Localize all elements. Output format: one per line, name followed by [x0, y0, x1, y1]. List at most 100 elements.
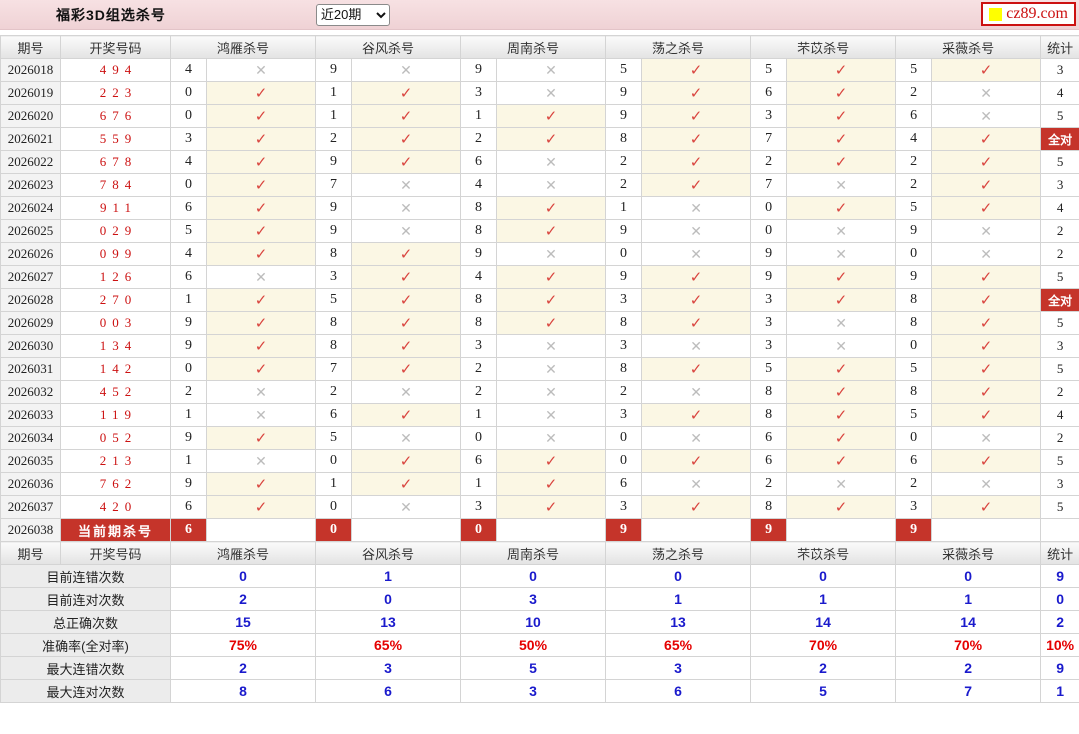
range-select[interactable]: 近20期: [315, 3, 390, 26]
period-cell: 2026024: [0, 196, 61, 220]
mark-cell: ✓: [205, 127, 317, 151]
kill-digit-cell: 0: [895, 334, 933, 358]
kill-digit-cell: 9: [605, 265, 643, 289]
mark-cell: ✓: [641, 311, 752, 335]
summary-value-cell: 15: [169, 610, 317, 634]
summary-value-cell: 6: [605, 679, 752, 703]
kill-digit-cell: 7: [315, 173, 353, 197]
mark-cell: ✓: [641, 403, 752, 427]
table-row: 2026029 003 9 ✓ 8 ✓ 8 ✓ 8 ✓ 3 ✕ 8 ✓ 5: [0, 311, 1079, 335]
mark-cell: ✕: [205, 380, 317, 404]
summary-value-cell: 2: [169, 587, 317, 611]
mark-cell: ✓: [351, 242, 462, 266]
draw-numbers-cell: 213: [60, 449, 171, 473]
summary-value-cell: 65%: [605, 633, 752, 657]
column-header-expert-0: 鸿雁杀号: [169, 541, 317, 565]
summary-value-cell: 13: [315, 610, 462, 634]
mark-cell: ✓: [351, 288, 462, 312]
mark-cell: ✓: [351, 81, 462, 105]
kill-digit-cell: 4: [170, 150, 207, 174]
check-icon: ✓: [399, 269, 413, 286]
period-cell: 2026022: [0, 150, 61, 174]
stat-count-cell: 3: [1040, 334, 1079, 358]
mark-cell: ✓: [351, 403, 462, 427]
kill-digit-cell: 0: [170, 357, 207, 381]
kill-digit-cell: 6: [460, 150, 498, 174]
kill-digit-cell: 2: [895, 472, 933, 496]
summary-value-cell: 3: [460, 587, 607, 611]
mark-cell: ✓: [931, 334, 1042, 358]
kill-digit-cell: 3: [605, 495, 643, 519]
check-icon: ✓: [979, 499, 993, 516]
logo-square-icon: [989, 7, 1003, 21]
kill-digit-cell: 9: [750, 265, 788, 289]
check-icon: ✓: [834, 453, 848, 470]
kill-digit-cell: 7: [315, 357, 353, 381]
kill-digit-cell: 9: [170, 311, 207, 335]
cross-icon: ✕: [835, 245, 847, 262]
summary-value-cell: 0: [169, 564, 317, 588]
mark-cell: ✕: [786, 242, 897, 266]
mark-cell: ✓: [205, 219, 317, 243]
cross-icon: ✕: [400, 199, 412, 216]
kill-digit-cell: 8: [460, 196, 498, 220]
mark-cell: ✓: [205, 150, 317, 174]
draw-numbers-cell: 126: [60, 265, 171, 289]
cross-icon: ✕: [835, 176, 847, 193]
summary-row: 目前连对次数 2 0 3 1 1 1 0: [0, 587, 1079, 611]
check-icon: ✓: [979, 154, 993, 171]
kill-digit-cell: 8: [315, 242, 353, 266]
mark-cell: ✕: [931, 81, 1042, 105]
stat-count-cell: 3: [1040, 472, 1079, 496]
kill-digit-cell: 8: [605, 357, 643, 381]
mark-cell: ✕: [351, 173, 462, 197]
mark-cell: ✕: [496, 173, 607, 197]
mark-cell: ✓: [641, 288, 752, 312]
summary-value-cell: 10: [460, 610, 607, 634]
summary-value-cell: 5: [750, 679, 897, 703]
cross-icon: ✕: [400, 383, 412, 400]
check-icon: ✓: [544, 269, 558, 286]
cross-icon: ✕: [545, 360, 557, 377]
cross-icon: ✕: [545, 61, 557, 78]
summary-value-cell: 65%: [315, 633, 462, 657]
table-row: 2026028 270 1 ✓ 5 ✓ 8 ✓ 3 ✓ 3 ✓ 8 ✓ 全对: [0, 288, 1079, 312]
draw-numbers-cell: 762: [60, 472, 171, 496]
check-icon: ✓: [834, 384, 848, 401]
draw-numbers-cell: 134: [60, 334, 171, 358]
mark-cell: ✓: [205, 357, 317, 381]
kill-digit-cell: 1: [460, 104, 498, 128]
summary-value-cell: 1: [895, 587, 1042, 611]
summary-value-cell: 0: [605, 564, 752, 588]
stat-count-cell: 4: [1040, 196, 1079, 220]
summary-row: 总正确次数 15 13 10 13 14 14 2: [0, 610, 1079, 634]
mark-cell: ✓: [641, 81, 752, 105]
cross-icon: ✕: [400, 429, 412, 446]
cross-icon: ✕: [690, 383, 702, 400]
check-icon: ✓: [979, 361, 993, 378]
check-icon: ✓: [979, 200, 993, 217]
mark-cell: ✕: [641, 334, 752, 358]
check-icon: ✓: [254, 476, 268, 493]
kill-digit-cell: 0: [315, 449, 353, 473]
kill-digit-cell: 0: [170, 173, 207, 197]
mark-cell: ✓: [931, 196, 1042, 220]
table-row: 2026018 494 4 ✕ 9 ✕ 9 ✕ 5 ✓ 5 ✓ 5 ✓ 3: [0, 58, 1079, 82]
kill-digit-cell: 0: [170, 104, 207, 128]
site-logo[interactable]: cz89.com: [981, 2, 1076, 26]
check-icon: ✓: [399, 407, 413, 424]
cross-icon: ✕: [255, 383, 267, 400]
column-header-expert-2: 周南杀号: [460, 541, 607, 565]
kill-digit-cell: 5: [315, 288, 353, 312]
summary-stat-cell: 10%: [1040, 633, 1079, 657]
kill-digit-cell: 4: [460, 265, 498, 289]
mark-cell: ✓: [496, 449, 607, 473]
check-icon: ✓: [254, 292, 268, 309]
check-icon: ✓: [254, 499, 268, 516]
summary-value-cell: 70%: [750, 633, 897, 657]
cross-icon: ✕: [980, 107, 992, 124]
kill-digit-cell: 9: [315, 58, 353, 82]
mark-cell: ✓: [786, 127, 897, 151]
column-header-expert-1: 谷风杀号: [315, 35, 462, 59]
mark-cell: ✓: [786, 357, 897, 381]
